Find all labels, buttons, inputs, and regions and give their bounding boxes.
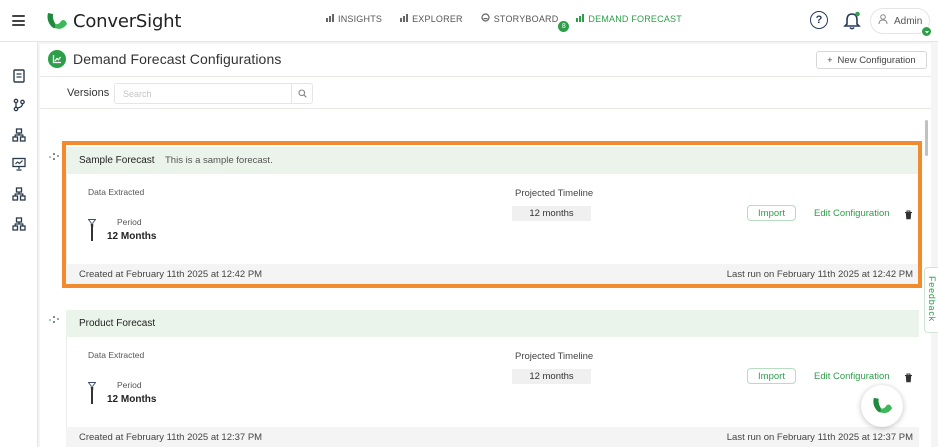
projected-timeline-label: Projected Timeline [515, 188, 594, 199]
card-header[interactable]: Product Forecast [66, 310, 919, 337]
page-header: Demand Forecast Configurations [48, 50, 281, 68]
chat-assistant-button[interactable] [861, 385, 903, 427]
card-description: This is a sample forecast. [165, 155, 273, 166]
nav-demand-forecast[interactable]: DEMAND FORECAST [576, 13, 682, 24]
main-nav: INSIGHTS EXPLORER STORYBOARD 8 DEMAND FO… [326, 13, 700, 33]
versions-label: Versions [67, 87, 110, 99]
notification-badge: 8 [557, 20, 571, 33]
last-run: Last run on February 11th 2025 at 12:42 … [726, 269, 913, 280]
trash-icon[interactable] [904, 207, 913, 225]
storyboard-icon [481, 13, 490, 24]
bar-chart-icon [400, 13, 409, 24]
projected-timeline-value: 12 months [512, 206, 591, 221]
user-menu[interactable]: Admin [870, 8, 932, 37]
help-icon[interactable]: ? [810, 11, 828, 29]
hierarchy-icon[interactable] [12, 217, 26, 231]
period-value: 12 Months [107, 394, 157, 405]
presentation-icon[interactable] [12, 157, 26, 171]
nav-insights[interactable]: INSIGHTS [326, 13, 383, 24]
nav-explorer[interactable]: EXPLORER [400, 13, 463, 24]
projected-timeline-label: Projected Timeline [515, 351, 594, 362]
scrollbar[interactable] [925, 120, 928, 156]
new-configuration-label: New Configuration [837, 54, 916, 66]
hierarchy-icon[interactable] [12, 187, 26, 201]
hierarchy-icon[interactable] [12, 128, 26, 142]
timeline-bar [91, 387, 93, 404]
import-button[interactable]: Import [747, 205, 796, 221]
user-icon [878, 14, 888, 28]
new-configuration-button[interactable]: + New Configuration [816, 51, 927, 69]
data-extracted-label: Data Extracted [88, 187, 145, 197]
timeline-bar [91, 224, 93, 241]
app-name: ConverSight [73, 11, 182, 32]
menu-icon[interactable] [12, 15, 25, 26]
created-at: Created at February 11th 2025 at 12:42 P… [79, 269, 263, 280]
last-run: Last run on February 11th 2025 at 12:37 … [726, 432, 913, 443]
sidebar [0, 42, 38, 447]
feedback-tab[interactable]: Feedback [924, 267, 938, 333]
search-field [114, 83, 313, 104]
logo[interactable]: ConverSight [44, 9, 181, 34]
edit-configuration-link[interactable]: Edit Configuration [814, 208, 890, 219]
divider [40, 108, 931, 109]
trash-icon[interactable] [904, 370, 913, 388]
loading-dots-icon [48, 150, 62, 162]
period-value: 12 Months [107, 231, 157, 242]
page-title: Demand Forecast Configurations [73, 51, 282, 67]
nav-label: INSIGHTS [338, 13, 383, 24]
card-body: Data Extracted Period 12 Months Projecte… [66, 174, 919, 264]
nav-label: DEMAND FORECAST [588, 13, 682, 24]
card-body: Data Extracted Period 12 Months Projecte… [66, 337, 919, 427]
projected-timeline-value: 12 months [512, 369, 591, 384]
card-footer: Created at February 11th 2025 at 12:42 P… [66, 264, 919, 285]
main-panel: Demand Forecast Configurations + New Con… [40, 44, 931, 447]
chart-line-icon [48, 50, 66, 68]
branch-icon[interactable] [12, 98, 26, 112]
top-bar: ConverSight INSIGHTS EXPLORER STORYBOARD… [0, 0, 938, 42]
period-label: Period [117, 217, 142, 227]
report-icon[interactable] [12, 69, 26, 83]
data-extracted-label: Data Extracted [88, 350, 145, 360]
chevron-down-icon[interactable] [921, 26, 932, 37]
bar-chart-icon [576, 13, 585, 24]
search-icon [297, 89, 307, 98]
plus-icon: + [827, 55, 833, 65]
bar-chart-icon [326, 13, 334, 24]
loading-dots-icon [48, 313, 62, 325]
search-button[interactable] [291, 84, 312, 103]
bell-icon[interactable] [843, 11, 861, 31]
card-title: Product Forecast [79, 318, 156, 329]
conversight-logo-icon [873, 397, 893, 414]
divider [40, 76, 931, 77]
card-title: Sample Forecast [79, 155, 155, 166]
nav-label: STORYBOARD [493, 13, 559, 24]
edit-configuration-link[interactable]: Edit Configuration [814, 371, 890, 382]
search-input[interactable] [115, 84, 291, 104]
nav-label: EXPLORER [412, 13, 463, 24]
card-header[interactable]: Sample Forecast This is a sample forecas… [66, 147, 919, 174]
period-label: Period [117, 380, 142, 390]
import-button[interactable]: Import [747, 368, 796, 384]
user-name: Admin [894, 15, 923, 27]
nav-storyboard[interactable]: STORYBOARD 8 [481, 13, 571, 33]
card-footer: Created at February 11th 2025 at 12:37 P… [66, 427, 919, 447]
feedback-label: Feedback [927, 276, 937, 322]
conversight-logo-icon [44, 9, 69, 34]
created-at: Created at February 11th 2025 at 12:37 P… [79, 432, 263, 443]
